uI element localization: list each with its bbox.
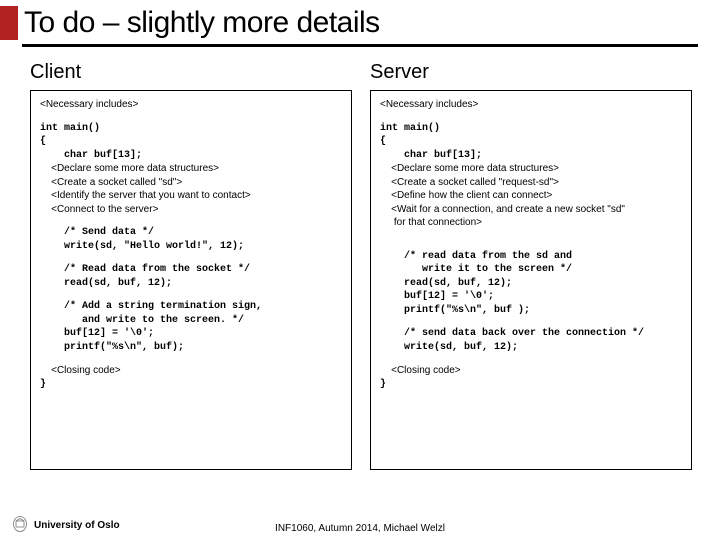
client-identify-server: <Identify the server that you want to co… [40,189,342,203]
server-read-comment-1: /* read data from the sd and [380,250,682,264]
slide: To do – slightly more details Client <Ne… [0,0,720,540]
client-term-comment-1: /* Add a string termination sign, [40,300,342,314]
server-closing: <Closing code> [380,364,682,378]
server-column: Server <Necessary includes> int main() {… [370,61,692,470]
client-code-box: <Necessary includes> int main() { char b… [30,90,352,470]
client-write: write(sd, "Hello world!", 12); [40,240,342,254]
client-header: Client [30,61,352,84]
client-read: read(sd, buf, 12); [40,277,342,291]
client-buf-term: buf[12] = '\0'; [40,327,342,341]
client-includes: <Necessary includes> [40,98,342,112]
server-printf: printf("%s\n", buf ); [380,304,682,318]
server-send-comment: /* send data back over the connection */ [380,327,682,341]
client-printf: printf("%s\n", buf); [40,341,342,355]
footer-left: University of Oslo [12,516,120,534]
university-crest-icon [12,516,28,534]
slide-title: To do – slightly more details [24,6,380,40]
server-wait-2: for that connection> [380,216,682,230]
client-create-socket: <Create a socket called "sd"> [40,176,342,190]
footer-center: INF1060, Autumn 2014, Michael Welzl [275,523,445,534]
server-read: read(sd, buf, 12); [380,277,682,291]
client-closing: <Closing code> [40,364,342,378]
client-brace-close: } [40,378,342,392]
title-bar: To do – slightly more details [0,0,720,44]
server-brace-close: } [380,378,682,392]
client-send-comment: /* Send data */ [40,226,342,240]
server-code-box: <Necessary includes> int main() { char b… [370,90,692,470]
footer-org: University of Oslo [34,520,120,531]
server-buf-decl: char buf[13]; [380,149,682,163]
slide-footer: University of Oslo INF1060, Autumn 2014,… [0,516,720,534]
client-declare: <Declare some more data structures> [40,162,342,176]
client-column: Client <Necessary includes> int main() {… [30,61,352,470]
server-write: write(sd, buf, 12); [380,341,682,355]
content-area: Client <Necessary includes> int main() {… [0,47,720,470]
client-buf-decl: char buf[13]; [40,149,342,163]
client-term-comment-2: and write to the screen. */ [40,314,342,328]
server-buf-term: buf[12] = '\0'; [380,290,682,304]
server-header: Server [370,61,692,84]
server-includes: <Necessary includes> [380,98,682,112]
client-connect: <Connect to the server> [40,203,342,217]
client-read-comment: /* Read data from the socket */ [40,263,342,277]
server-create-socket: <Create a socket called "request-sd"> [380,176,682,190]
title-accent-block [0,6,18,40]
server-brace-open: { [380,135,682,149]
server-define-connect: <Define how the client can connect> [380,189,682,203]
client-main-decl: int main() [40,122,342,136]
client-brace-open: { [40,135,342,149]
server-main-decl: int main() [380,122,682,136]
server-wait-1: <Wait for a connection, and create a new… [380,203,682,217]
server-read-comment-2: write it to the screen */ [380,263,682,277]
server-declare: <Declare some more data structures> [380,162,682,176]
